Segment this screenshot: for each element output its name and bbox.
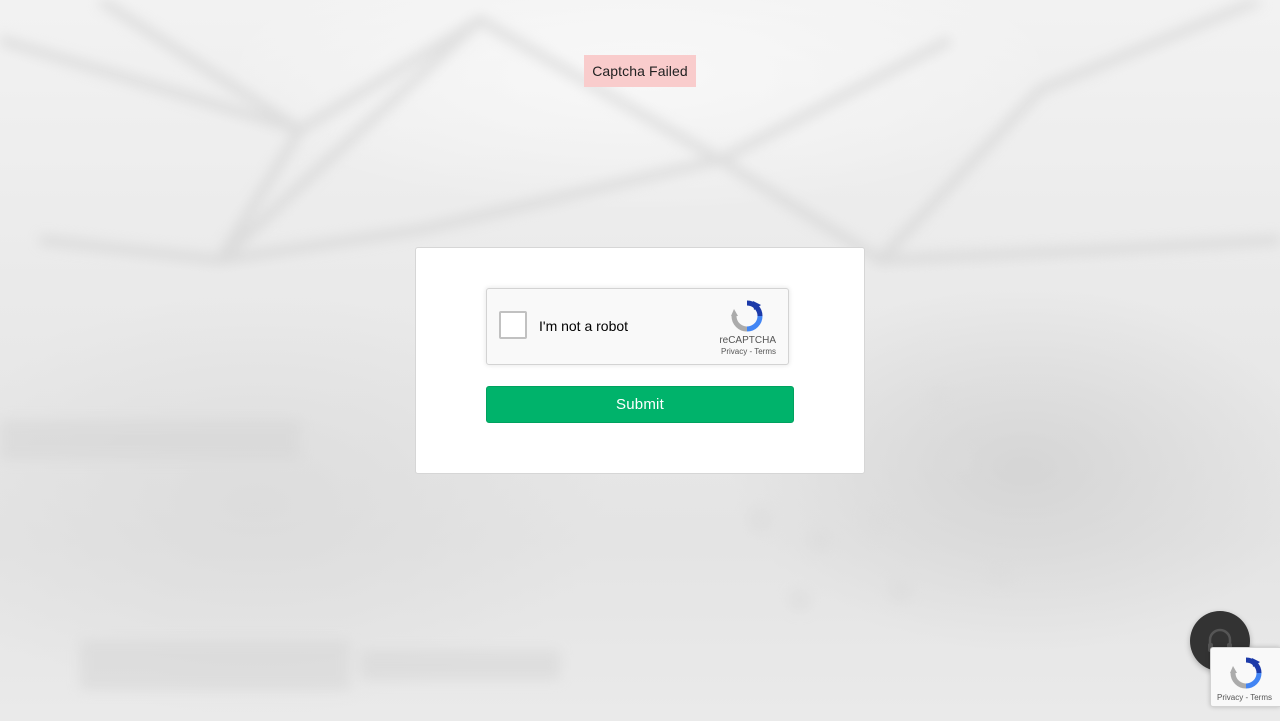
submit-button[interactable]: Submit <box>486 386 794 423</box>
recaptcha-links: Privacy - Terms <box>721 347 776 356</box>
captcha-card: I'm not a robot reCAPTCHA Privacy - Term… <box>415 247 865 474</box>
recaptcha-widget: I'm not a robot reCAPTCHA Privacy - Term… <box>486 288 789 365</box>
recaptcha-terms-link[interactable]: Terms <box>754 347 776 356</box>
captcha-failed-toast: Captcha Failed <box>584 55 696 87</box>
badge-terms-link[interactable]: Terms <box>1250 693 1272 702</box>
recaptcha-logo-icon <box>730 299 764 333</box>
recaptcha-brand: reCAPTCHA <box>719 335 776 346</box>
recaptcha-checkbox[interactable] <box>499 311 527 339</box>
recaptcha-badge: Privacy - Terms <box>1210 647 1280 707</box>
badge-privacy-link[interactable]: Privacy <box>1217 693 1243 702</box>
toast-message: Captcha Failed <box>592 63 688 79</box>
recaptcha-privacy-link[interactable]: Privacy <box>721 347 747 356</box>
badge-links: Privacy - Terms <box>1217 693 1272 702</box>
recaptcha-label: I'm not a robot <box>539 318 629 334</box>
